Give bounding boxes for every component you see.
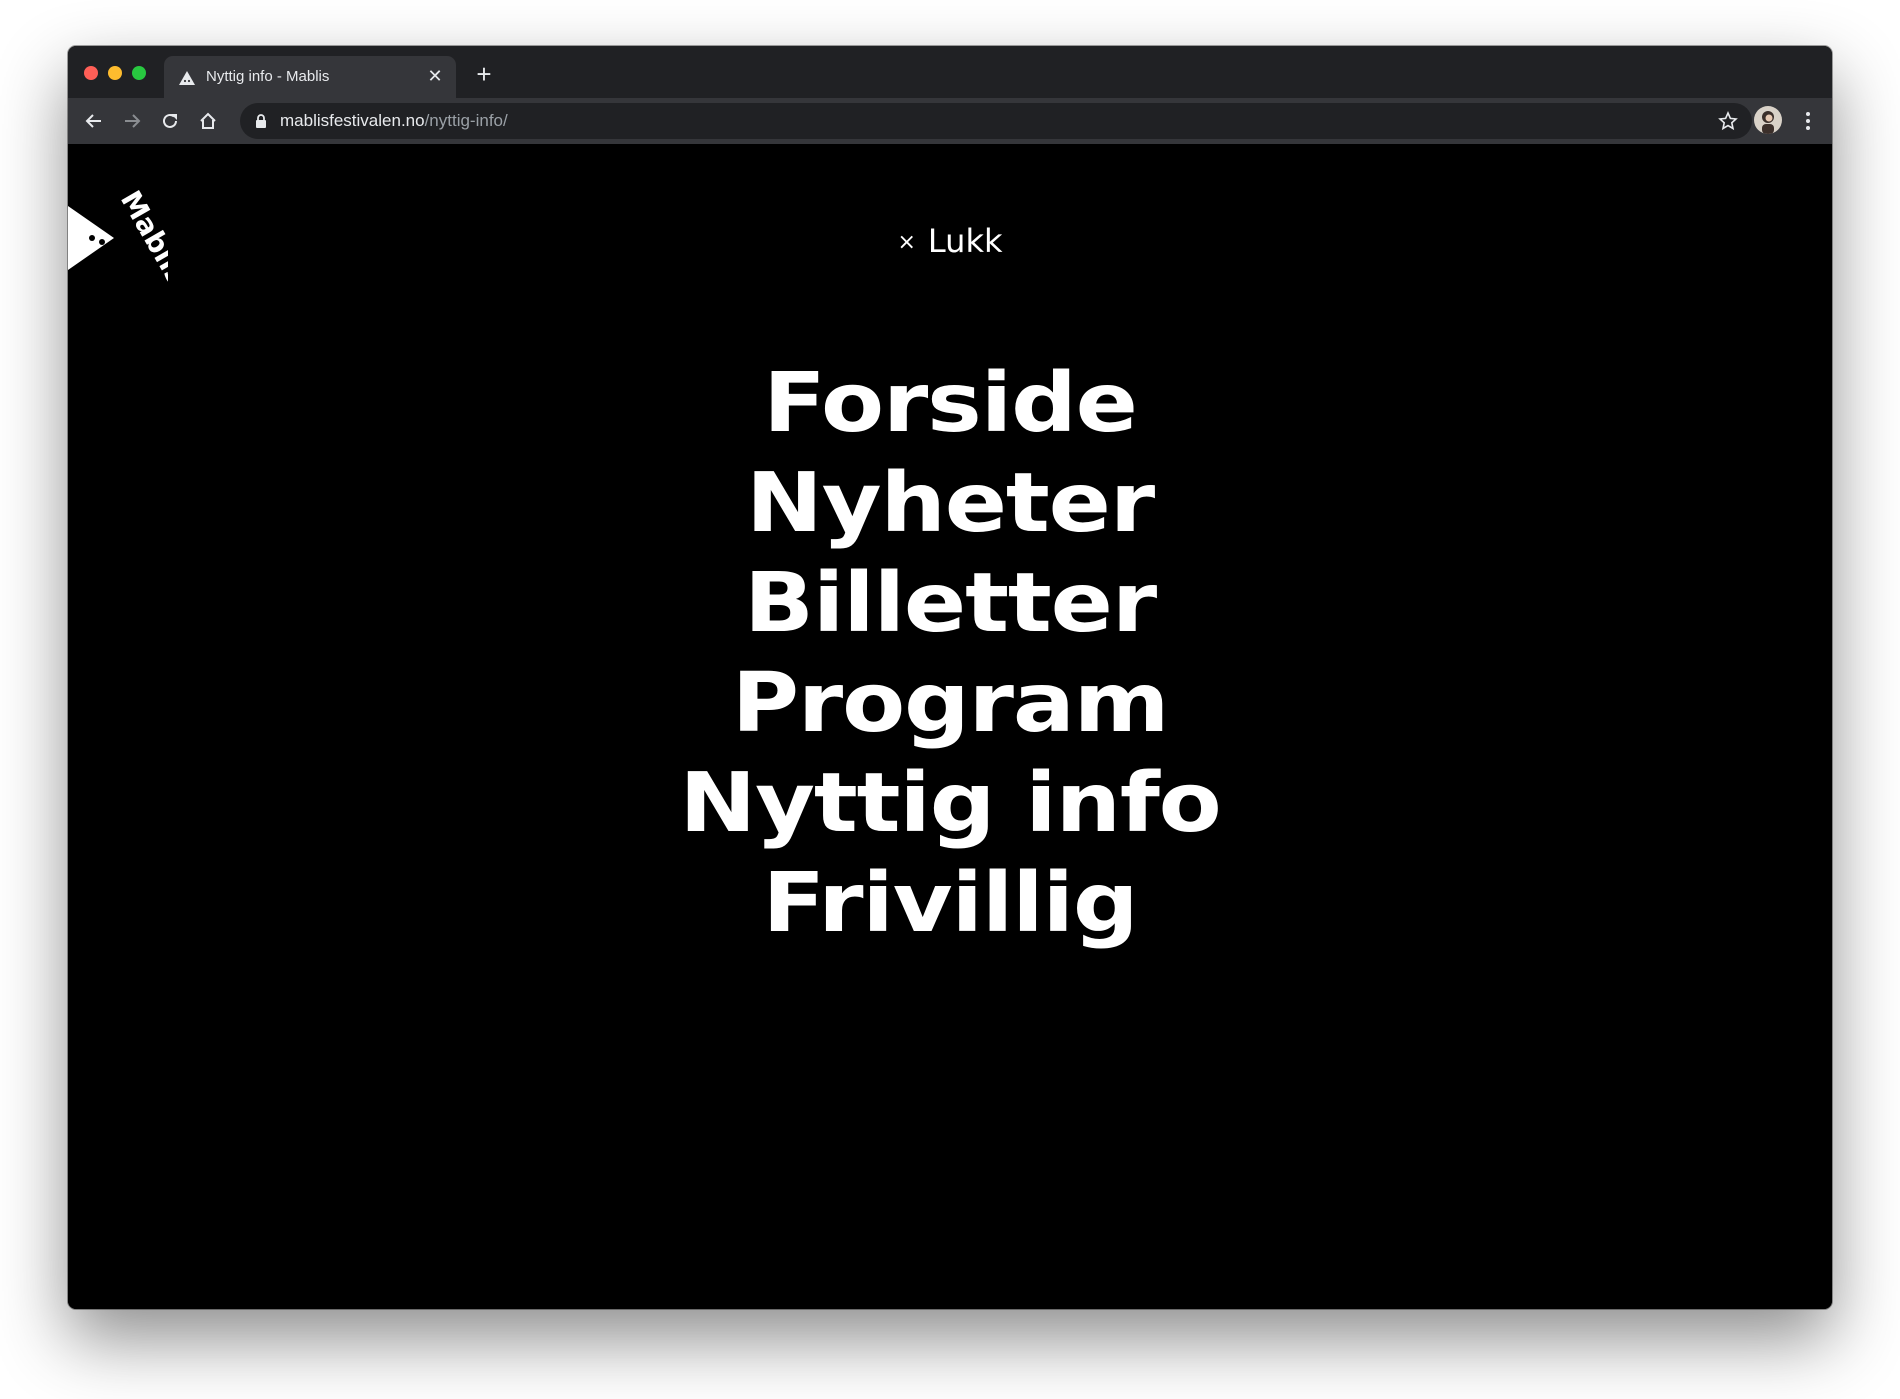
home-button[interactable] <box>194 107 222 135</box>
browser-tab[interactable]: Nyttig info - Mablis ✕ <box>164 56 456 98</box>
close-label: Lukk <box>927 222 1003 260</box>
main-nav: Forside Nyheter Billetter Program Nyttig… <box>68 354 1832 954</box>
nav-item-nyheter[interactable]: Nyheter <box>68 454 1832 554</box>
avatar-image <box>1762 111 1774 134</box>
nav-item-frivillig[interactable]: Frivillig <box>68 854 1832 954</box>
close-menu-button[interactable]: × Lukk <box>68 222 1832 260</box>
url-path: /nyttig-info/ <box>424 111 508 130</box>
url-text[interactable]: mablisfestivalen.no/nyttig-info/ <box>280 111 508 131</box>
nav-item-nyttig-info[interactable]: Nyttig info <box>68 754 1832 854</box>
new-tab-button[interactable]: + <box>470 60 498 88</box>
lock-icon <box>256 114 266 128</box>
tab-strip: Nyttig info - Mablis ✕ + <box>68 46 1832 98</box>
reload-icon <box>163 113 177 128</box>
maximize-window-button[interactable] <box>132 66 146 80</box>
tab-title: Nyttig info - Mablis <box>206 68 330 85</box>
more-menu-icon[interactable] <box>1798 107 1818 135</box>
browser-window: Nyttig info - Mablis ✕ + mablisfestivale… <box>68 46 1832 1309</box>
arrow-left-icon <box>85 114 101 128</box>
minimize-window-button[interactable] <box>108 66 122 80</box>
page-content: Mablis × Lukk Forside Nyheter Billetter P… <box>68 144 1832 1309</box>
profile-avatar[interactable] <box>1754 106 1782 134</box>
forward-button[interactable] <box>118 107 146 135</box>
star-icon[interactable] <box>1718 111 1738 131</box>
address-bar[interactable]: mablisfestivalen.no/nyttig-info/ <box>240 103 1752 139</box>
reload-button[interactable] <box>156 107 184 135</box>
back-button[interactable] <box>80 107 108 135</box>
mountain-icon <box>179 71 195 85</box>
tab-close-icon[interactable]: ✕ <box>424 65 446 87</box>
arrow-right-icon <box>125 114 141 128</box>
nav-item-forside[interactable]: Forside <box>68 354 1832 454</box>
url-domain: mablisfestivalen.no <box>280 111 425 130</box>
nav-item-program[interactable]: Program <box>68 654 1832 754</box>
browser-toolbar: mablisfestivalen.no/nyttig-info/ <box>68 98 1832 144</box>
close-window-button[interactable] <box>84 66 98 80</box>
home-icon <box>200 112 216 129</box>
nav-item-billetter[interactable]: Billetter <box>68 554 1832 654</box>
close-icon: × <box>897 230 916 255</box>
